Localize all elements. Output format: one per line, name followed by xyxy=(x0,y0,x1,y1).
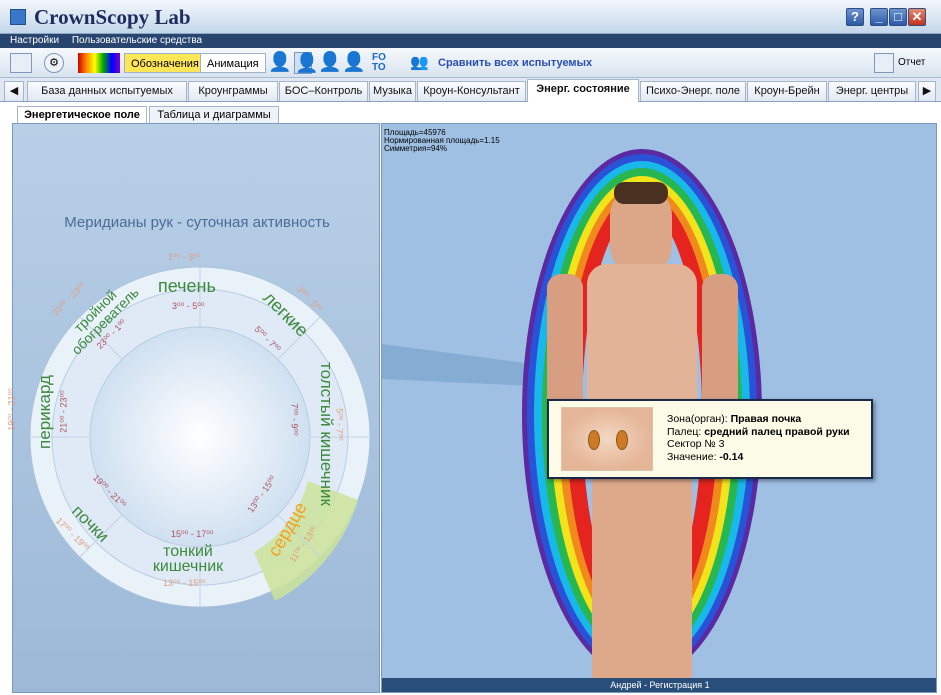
large-intestine-time: 5⁰⁰ - 7⁰⁰ xyxy=(334,408,345,441)
tab-database[interactable]: База данных испытуемых xyxy=(27,81,187,101)
report-icon[interactable] xyxy=(874,53,894,73)
status-bar: Андрей - Регистрация 1 xyxy=(382,678,936,692)
value-label: Значение: xyxy=(667,450,720,463)
tab-scroll-right-icon[interactable]: ▶ xyxy=(918,81,936,101)
menu-user-tools[interactable]: Пользовательские средства xyxy=(72,35,202,46)
organ-liver[interactable]: печень xyxy=(158,276,216,297)
tab-energy-centers[interactable]: Энерг. центры xyxy=(828,81,916,101)
subtab-energy-field[interactable]: Энергетическое поле xyxy=(17,106,147,124)
sector-text: Сектор № 3 xyxy=(667,438,725,450)
animation-button[interactable]: Анимация xyxy=(200,53,266,73)
energy-field-panel: Площадь=45976 Нормированная площадь=1.15… xyxy=(381,123,937,693)
tab-consultant[interactable]: Кроун-Консультант xyxy=(417,81,526,101)
report-button[interactable]: Отчет xyxy=(898,53,934,73)
subtab-bar: Энергетическое поле Таблица и диаграммы xyxy=(0,102,941,124)
designations-button[interactable]: Обозначения xyxy=(124,53,206,73)
tab-bfb-control[interactable]: БОС–Контроль xyxy=(279,81,368,101)
tab-crown-brain[interactable]: Кроун-Брейн xyxy=(747,81,827,101)
person-side-icon[interactable]: 👤 xyxy=(318,52,342,74)
finger-value: средний палец правой руки xyxy=(704,425,850,438)
person-outline-icon[interactable]: 👤 xyxy=(342,52,366,74)
foto-button[interactable]: FO TO xyxy=(372,53,394,73)
tooltip-text: Зона(орган): Правая почка Палец: средний… xyxy=(667,413,850,463)
liver-inner-time: 3⁰⁰ - 5⁰⁰ xyxy=(172,301,205,311)
menu-settings[interactable]: Настройки xyxy=(10,35,59,46)
meridian-panel: Меридианы рук - суточная активность пече… xyxy=(7,123,380,693)
minimize-button[interactable]: _ xyxy=(870,8,888,26)
palette-icon[interactable] xyxy=(78,53,120,73)
person-front-icon[interactable]: 👤 xyxy=(268,52,292,74)
person-selected-icon[interactable]: 👤 xyxy=(294,52,319,74)
liver-time: 1⁰⁰ - 3⁰⁰ xyxy=(168,252,201,262)
tab-energy-state[interactable]: Энерг. состояние xyxy=(527,79,639,102)
print-icon[interactable] xyxy=(10,53,32,73)
small-intestine-time: 13⁰⁰ - 15⁰⁰ xyxy=(163,578,206,588)
menu-bar: Настройки Пользовательские средства xyxy=(0,34,941,48)
large-intestine-inner-time: 7⁰⁰ - 9⁰⁰ xyxy=(289,403,300,436)
toolbar: ⚙ Обозначения Анимация 👤 👤 👤 👤 FO TO 👥 С… xyxy=(0,48,941,78)
maximize-button[interactable]: □ xyxy=(889,8,907,26)
finger-label: Палец: xyxy=(667,425,705,438)
tab-psycho-energy[interactable]: Психо-Энерг. поле xyxy=(640,81,746,101)
subtab-tables[interactable]: Таблица и диаграммы xyxy=(149,106,279,124)
compare-all-button[interactable]: Сравнить всех испытуемых xyxy=(438,54,592,72)
close-button[interactable]: ✕ xyxy=(908,8,926,26)
settings-icon[interactable]: ⚙ xyxy=(44,53,64,73)
organ-tooltip: Зона(орган): Правая почка Палец: средний… xyxy=(547,399,873,479)
tab-crowngrams[interactable]: Кроунграммы xyxy=(188,81,278,101)
organ-pericardium[interactable]: перикард xyxy=(35,375,55,449)
organ-small-intestine[interactable]: тонкий кишечник xyxy=(133,544,243,575)
app-title: CrownScopy Lab xyxy=(34,5,191,29)
value-number: -0.14 xyxy=(719,450,744,463)
zone-value: Правая почка xyxy=(730,413,802,425)
help-button[interactable]: ? xyxy=(846,8,864,26)
right-kidney-icon xyxy=(616,430,628,450)
tab-bar: ◀ База данных испытуемых Кроунграммы БОС… xyxy=(0,78,941,102)
tab-scroll-left-icon[interactable]: ◀ xyxy=(4,81,24,101)
pericardium-time: 19⁰⁰ - 21⁰⁰ xyxy=(6,388,17,431)
kidneys-image xyxy=(561,407,653,471)
compare-users-icon[interactable]: 👥 xyxy=(410,53,436,73)
pericardium-inner-time: 21⁰⁰ - 23⁰⁰ xyxy=(58,390,69,433)
zone-label: Зона(орган): xyxy=(667,413,731,425)
app-icon xyxy=(10,9,26,25)
tab-music[interactable]: Музыка xyxy=(369,81,416,101)
small-intestine-inner-time: 15⁰⁰ - 17⁰⁰ xyxy=(171,529,214,539)
title-bar: CrownScopy Lab ? _ □ ✕ xyxy=(0,0,941,34)
left-kidney-icon xyxy=(588,430,600,450)
